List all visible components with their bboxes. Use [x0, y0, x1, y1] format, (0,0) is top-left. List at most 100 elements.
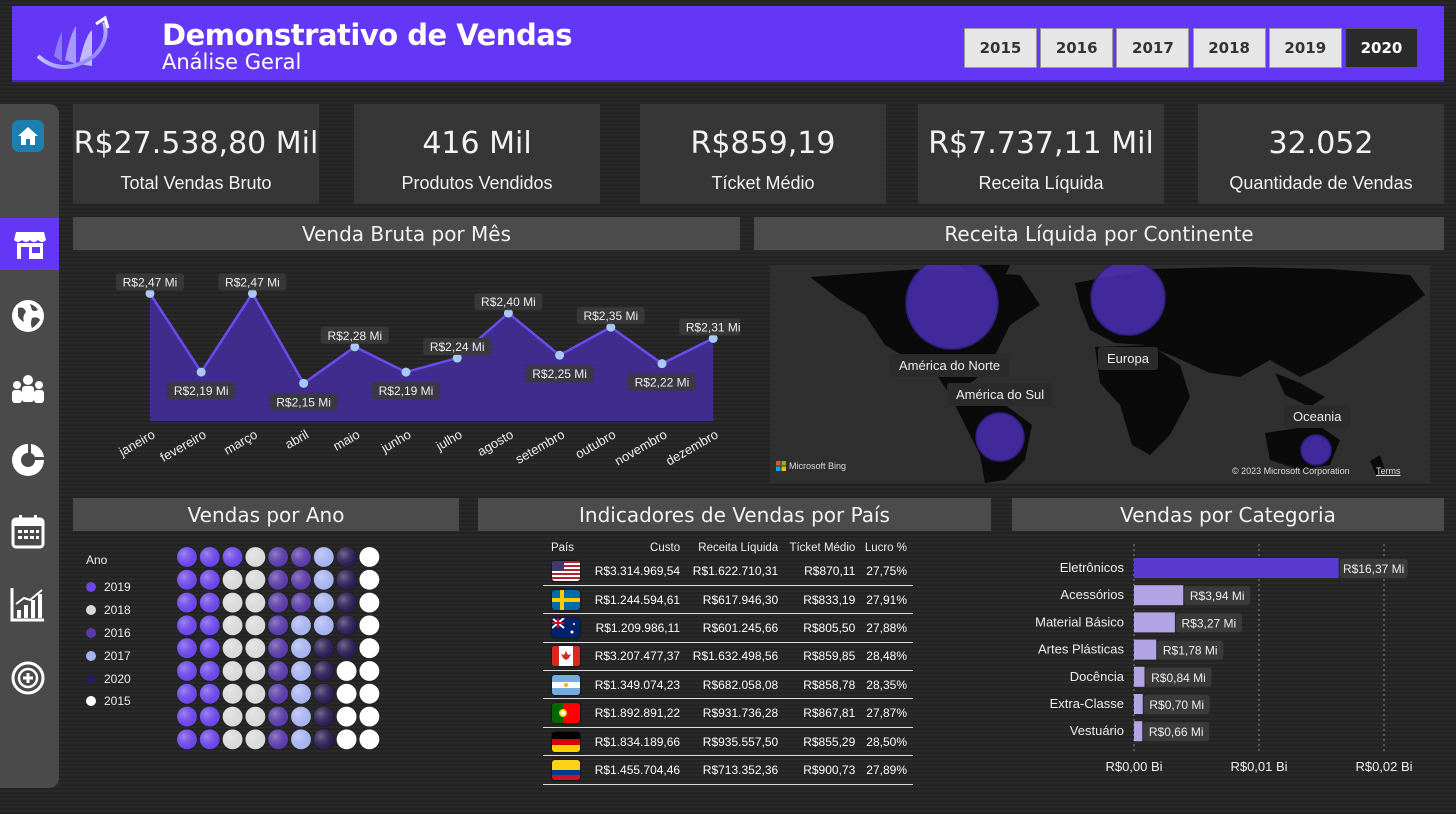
waffle-cell-shine [199, 569, 221, 591]
data-point-setembro[interactable] [555, 350, 565, 360]
cell-receita: R$1.622.710,31 [686, 557, 785, 586]
year-button-2015[interactable]: 2015 [964, 28, 1037, 68]
kpi-quantidade-vendas: 32.052 Quantidade de Vendas [1198, 104, 1444, 204]
cell-ticket: R$900,73 [784, 755, 862, 785]
bubble-oceania[interactable] [1300, 434, 1332, 466]
panel-title-monthly: Venda Bruta por Mês [73, 217, 740, 250]
data-point-junho[interactable] [401, 367, 411, 377]
category-label: Artes Plásticas [1038, 642, 1124, 657]
bar-Extra-Classe[interactable] [1134, 694, 1143, 714]
cell-ticket: R$859,85 [784, 642, 862, 672]
bar-Vestuário[interactable] [1134, 721, 1143, 742]
waffle-cell-shine [176, 683, 198, 705]
add-icon[interactable] [8, 658, 48, 698]
page-title: Demonstrativo de Vendas [162, 18, 573, 52]
cell-lucro: 27,89% [861, 755, 913, 785]
table-row[interactable]: R$1.209.986,11 R$601.245,66 R$805,50 27,88% [543, 613, 913, 643]
waffle-cell-shine [359, 660, 380, 682]
col-custo[interactable]: Custo [588, 538, 686, 557]
cell-custo: R$1.892.891,22 [588, 698, 687, 728]
flag-cell [543, 585, 588, 615]
waffle-cell-shine [222, 729, 243, 750]
waffle-cell-shine [290, 592, 312, 613]
col-receita[interactable]: Receita Líquida [686, 538, 784, 557]
cell-custo: R$1.209.986,11 [588, 613, 687, 643]
waffle-cell-shine [290, 683, 312, 705]
data-label-text: R$2,47 Mi [123, 275, 178, 289]
data-point-abril[interactable] [299, 378, 309, 388]
calendar-icon[interactable] [8, 512, 48, 552]
legend-item-2020[interactable]: 2020 [86, 667, 131, 690]
waffle-cell-shine [222, 569, 243, 591]
donut-icon[interactable] [8, 440, 48, 480]
waffle-cell-shine [290, 660, 312, 682]
year-button-2020[interactable]: 2020 [1345, 28, 1418, 68]
bar-chart-icon[interactable] [8, 584, 48, 624]
kpi-value: R$859,19 [690, 126, 836, 161]
kpi-value: 32.052 [1268, 126, 1374, 161]
people-icon[interactable] [8, 370, 48, 410]
category-label: Extra-Classe [1050, 696, 1124, 711]
waffle-cell-shine [199, 729, 221, 750]
col-ticket[interactable]: Tícket Médio [784, 538, 861, 557]
legend-item-2015[interactable]: 2015 [86, 690, 131, 713]
table-row[interactable]: R$3.314.969,54 R$1.622.710,31 R$870,11 27,7… [543, 557, 913, 586]
legend-item-2016[interactable]: 2016 [86, 622, 131, 645]
table-row[interactable]: R$1.349.074,23 R$682.058,08 R$858,78 28,35% [543, 670, 913, 700]
data-point-novembro[interactable] [657, 359, 667, 369]
legend-dot [86, 605, 96, 616]
data-label-julho: R$2,24 Mi [423, 338, 492, 356]
year-button-2019[interactable]: 2019 [1268, 28, 1342, 68]
waffle-cell-shine [336, 637, 357, 659]
store-icon[interactable] [0, 218, 59, 270]
waffle-cell-shine [359, 546, 380, 568]
category-bar-chart: R$0,00 Bi R$0,01 Bi R$0,02 Bi Eletrônicos R$… [1035, 544, 1413, 774]
kpi-label: Total Vendas Bruto [120, 173, 272, 193]
year-button-2018[interactable]: 2018 [1192, 28, 1266, 68]
map-terms-link[interactable]: Terms [1376, 466, 1401, 476]
legend-item-2018[interactable]: 2018 [86, 599, 131, 622]
data-label-junho: R$2,19 Mi [372, 382, 440, 400]
table-row[interactable]: R$3.207.477,37 R$1.632.498,56 R$859,85 28,4… [543, 642, 913, 672]
table-row[interactable]: R$1.455.704,46 R$713.352,36 R$900,73 27,89% [543, 755, 913, 785]
table-row[interactable]: R$1.892.891,22 R$931.736,28 R$867,81 27,87% [543, 698, 913, 728]
col-lucro[interactable]: Lucro % [861, 538, 913, 557]
flag-ar-icon [551, 674, 580, 695]
map-label-oceania: Oceania [1284, 405, 1351, 428]
cell-lucro: 27,91% [861, 585, 913, 615]
globe-icon[interactable] [8, 296, 48, 336]
map-label-europa: Europa [1098, 347, 1158, 370]
x-tick-janeiro: janeiro [115, 427, 157, 460]
category-label: Material Básico [1035, 614, 1124, 629]
bar-Eletrônicos[interactable] [1134, 558, 1339, 578]
col-pais[interactable]: País [543, 538, 588, 557]
data-label-abril: R$2,15 Mi [269, 393, 338, 411]
legend-item-2019[interactable]: 2019 [86, 576, 131, 599]
bubble-america-do-sul[interactable] [975, 412, 1025, 462]
data-label-text: R$2,19 Mi [379, 384, 434, 398]
bar-value-label: R$0,70 Mi [1149, 698, 1204, 712]
table-row[interactable]: R$1.834.189,66 R$935.557,50 R$855,29 28,50% [543, 727, 913, 757]
flag-cell [543, 642, 588, 672]
flag-cell [543, 698, 588, 728]
table-row[interactable]: R$1.244.594,61 R$617.946,30 R$833,19 27,91% [543, 585, 913, 615]
bar-Artes Plásticas[interactable] [1134, 639, 1157, 660]
cell-ticket: R$870,11 [784, 557, 862, 586]
legend-item-2017[interactable]: 2017 [86, 644, 131, 667]
waffle-cell-shine [336, 546, 357, 568]
home-icon[interactable] [8, 116, 48, 156]
category-label: Eletrônicos [1060, 560, 1125, 575]
year-button-2016[interactable]: 2016 [1040, 28, 1114, 68]
year-button-2017[interactable]: 2017 [1116, 28, 1190, 68]
waffle-cell-shine [199, 637, 221, 659]
waffle-cell-shine [245, 637, 266, 659]
bar-Material Básico[interactable] [1134, 612, 1175, 633]
legend-dot [86, 627, 96, 638]
bar-Docência[interactable] [1134, 666, 1145, 687]
bar-Acessórios[interactable] [1134, 585, 1184, 606]
bubble-america-do-norte[interactable] [905, 265, 999, 350]
map-attribution: Microsoft Bing [776, 461, 846, 471]
bubble-europa[interactable] [1090, 265, 1166, 336]
waffle-cell-shine [313, 637, 335, 659]
data-point-fevereiro[interactable] [196, 367, 206, 377]
